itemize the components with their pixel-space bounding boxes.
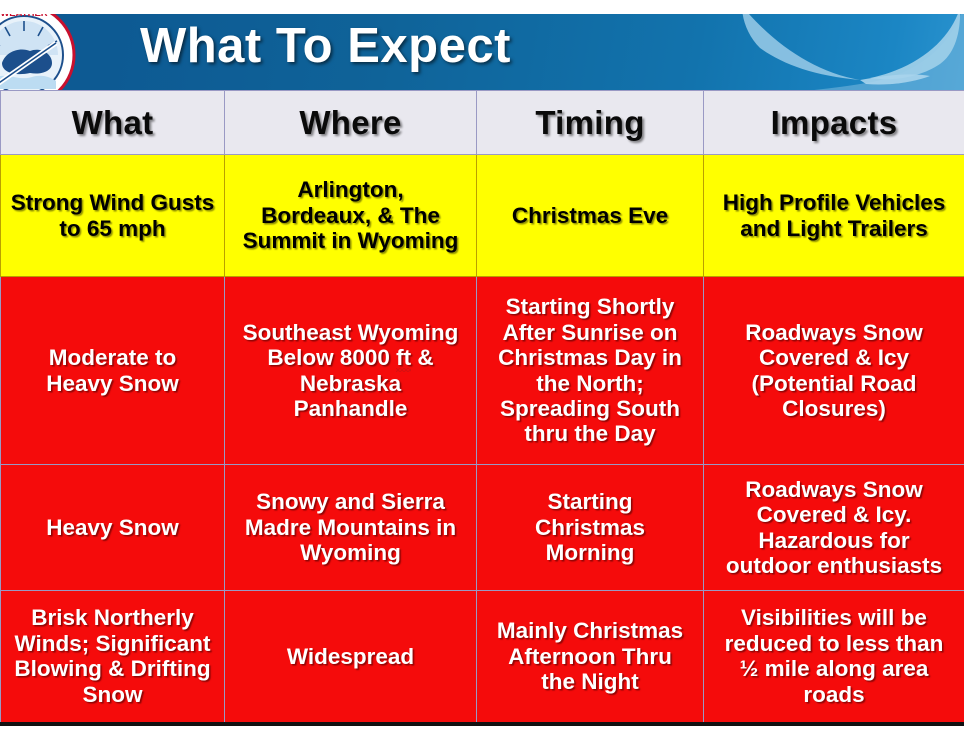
column-header-impacts: Impacts [703,90,964,155]
cell-where: Snowy and Sierra Madre Mountains in Wyomin… [224,464,477,591]
cell-impacts: High Profile Vehicles and Light Trailers [703,154,964,277]
noaa-swoosh-decoration [742,14,964,90]
table-row: Moderate to Heavy Snow Southeast Wyoming B… [0,276,964,465]
cell-what: Moderate to Heavy Snow [0,276,225,465]
top-white-strip [0,0,964,14]
table-row: Brisk Northerly Winds; Significant Blowing… [0,590,964,724]
cell-timing: Starting Christmas Morning [476,464,704,591]
table-header-row: What Where Timing Impacts [0,90,964,155]
spellcheck-flagged-word: ft [396,345,412,371]
column-header-where: Where [224,90,477,155]
cell-timing: Mainly Christmas Afternoon Thru the Night [476,590,704,724]
table-row: Heavy Snow Snowy and Sierra Madre Mountai… [0,464,964,591]
what-to-expect-graphic: WEATHER What To Expect What Where Timing… [0,0,964,731]
header-banner: WEATHER What To Expect [0,14,964,90]
column-header-timing: Timing [476,90,704,155]
page-title: What To Expect [140,19,511,73]
cell-impacts: Roadways Snow Covered & Icy. Hazardous for… [703,464,964,591]
svg-text:WEATHER: WEATHER [0,14,47,19]
cell-what: Heavy Snow [0,464,225,591]
cell-what: Brisk Northerly Winds; Significant Blowing… [0,590,225,724]
what-to-expect-table: What Where Timing Impacts Strong Wind Gu… [0,90,964,726]
nws-logo-icon: WEATHER [0,14,76,90]
cell-where: Arlington, Bordeaux, & The Summit in Wyomi… [224,154,477,277]
cell-where: Southeast Wyoming Below 8000 ft & Nebraska… [224,276,477,465]
cell-impacts: Roadways Snow Covered & Icy (Potential Roa… [703,276,964,465]
table-row: Strong Wind Gusts to 65 mph Arlington, Bor… [0,154,964,277]
cell-timing: Starting Shortly After Sunrise on Christma… [476,276,704,465]
cell-impacts: Visibilities will be reduced to less than… [703,590,964,724]
cell-timing: Christmas Eve [476,154,704,277]
cell-what: Strong Wind Gusts to 65 mph [0,154,225,277]
cell-where: Widespread [224,590,477,724]
column-header-what: What [0,90,225,155]
